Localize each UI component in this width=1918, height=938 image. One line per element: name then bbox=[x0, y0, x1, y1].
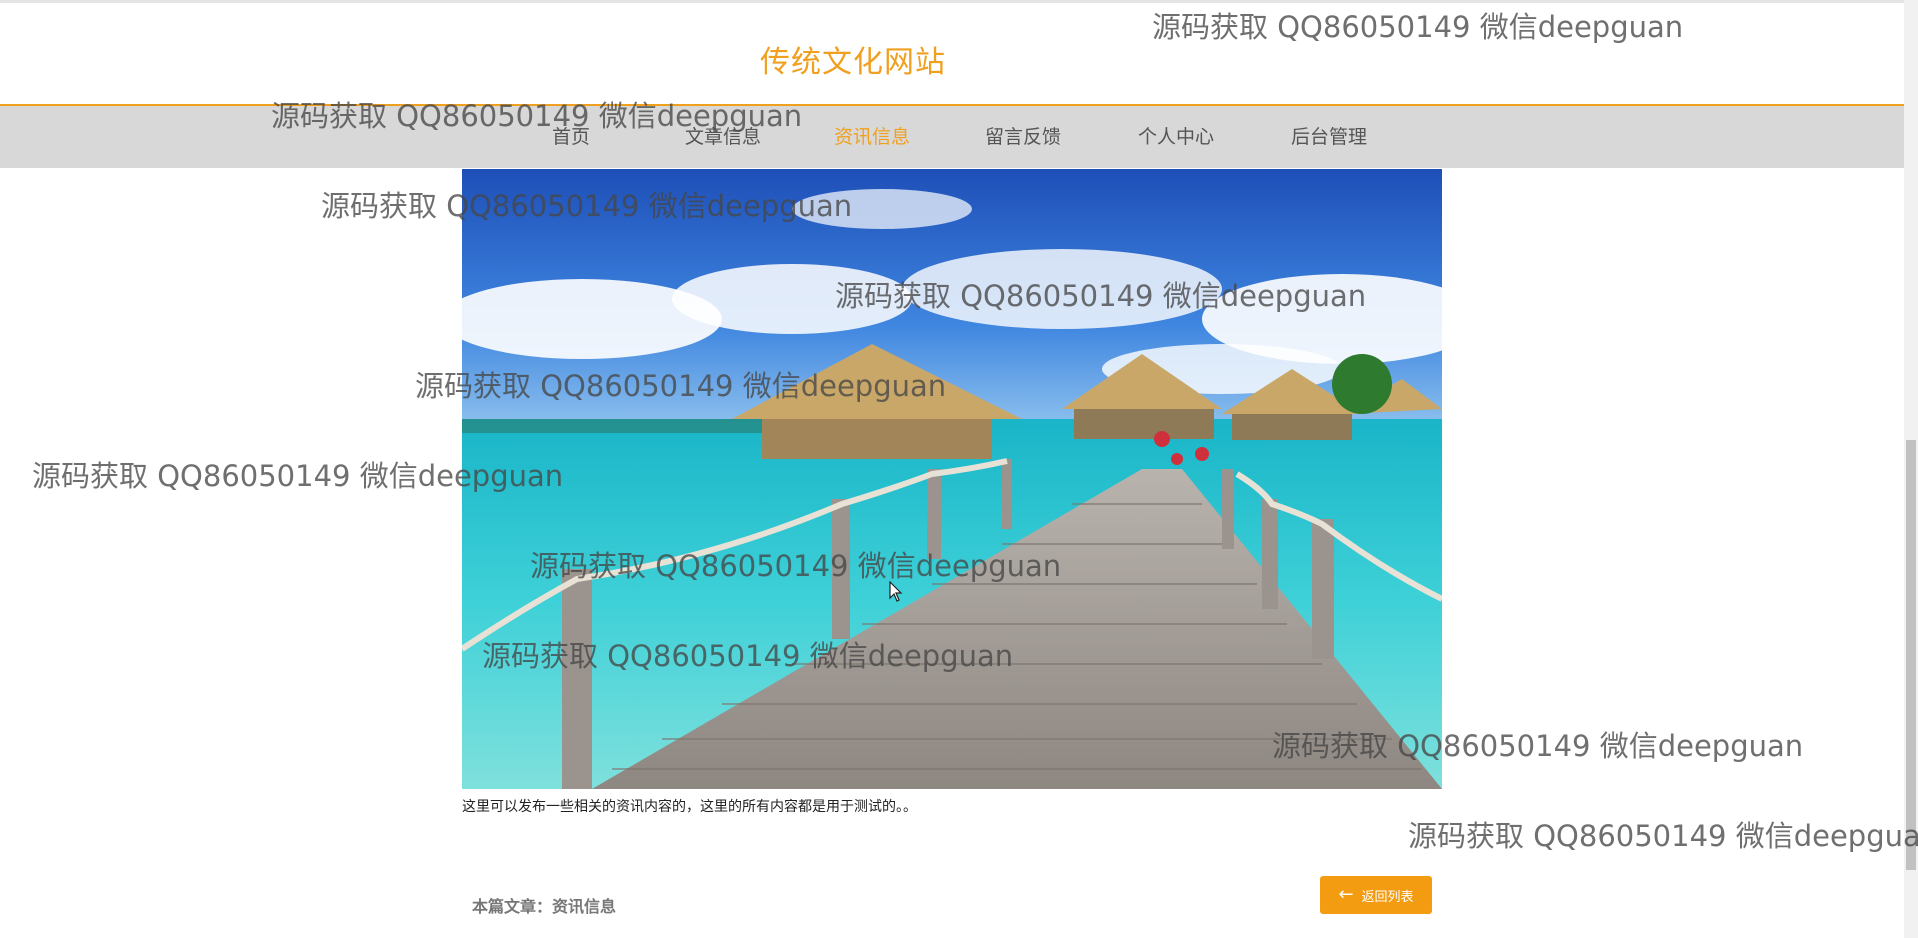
nav-item-news[interactable]: 资讯信息 bbox=[834, 106, 910, 168]
article-category: 本篇文章：资讯信息 bbox=[472, 897, 617, 916]
nav-item-admin[interactable]: 后台管理 bbox=[1291, 106, 1367, 168]
article-image bbox=[462, 169, 1442, 789]
back-to-list-label: 返回列表 bbox=[1361, 889, 1414, 905]
nav-item-home[interactable]: 首页 bbox=[552, 106, 590, 168]
watermark-text: 源码获取 QQ86050149 微信deepgua bbox=[1408, 819, 1918, 853]
vertical-scrollbar[interactable] bbox=[1904, 0, 1918, 938]
back-to-list-button[interactable]: ← 返回列表 bbox=[1320, 876, 1432, 914]
nav-item-feedback[interactable]: 留言反馈 bbox=[985, 106, 1061, 168]
tropical-pier-image bbox=[462, 169, 1442, 789]
scrollbar-thumb[interactable] bbox=[1906, 440, 1916, 870]
nav-item-profile[interactable]: 个人中心 bbox=[1138, 106, 1214, 168]
site-title: 传统文化网站 bbox=[760, 45, 946, 80]
main-nav: 首页 文章信息 资讯信息 留言反馈 个人中心 后台管理 bbox=[0, 104, 1904, 168]
arrow-left-icon: ← bbox=[1338, 884, 1354, 905]
mouse-cursor-icon bbox=[889, 581, 903, 602]
nav-item-articles[interactable]: 文章信息 bbox=[685, 106, 761, 168]
site-header: 传统文化网站 bbox=[0, 3, 1904, 104]
article-content: 这里可以发布一些相关的资讯内容的，这里的所有内容都是用于测试的。。 bbox=[462, 799, 917, 815]
